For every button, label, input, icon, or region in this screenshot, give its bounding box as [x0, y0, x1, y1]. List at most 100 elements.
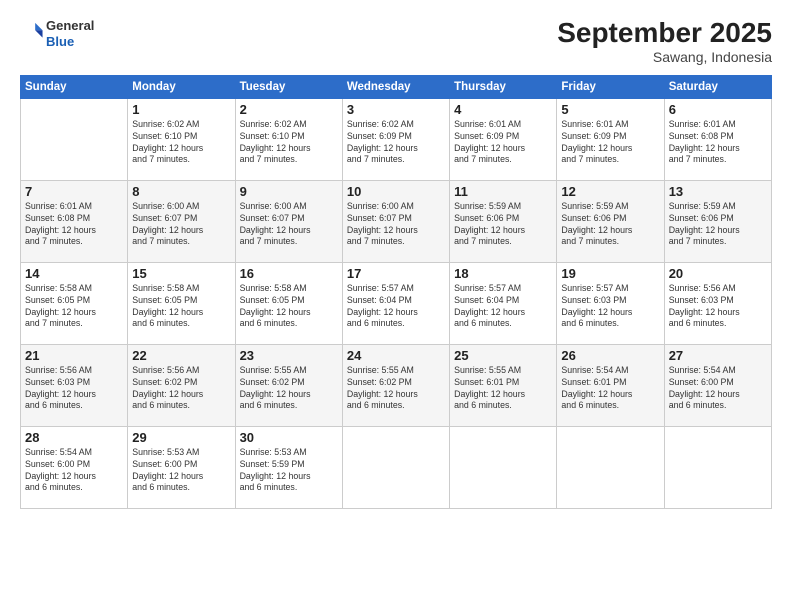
- weekday-header-sunday: Sunday: [21, 75, 128, 98]
- calendar-cell: 27 Sunrise: 5:54 AMSunset: 6:00 PMDayligh…: [664, 344, 771, 426]
- calendar-cell: [557, 426, 664, 508]
- calendar-week-row: 7 Sunrise: 6:01 AMSunset: 6:08 PMDaylight…: [21, 180, 772, 262]
- day-info: Sunrise: 5:55 AMSunset: 6:01 PMDaylight:…: [454, 365, 552, 413]
- day-info: Sunrise: 5:56 AMSunset: 6:03 PMDaylight:…: [25, 365, 123, 413]
- calendar-cell: 8 Sunrise: 6:00 AMSunset: 6:07 PMDaylight…: [128, 180, 235, 262]
- calendar-week-row: 28Sunrise: 5:54 AMSunset: 6:00 PMDayligh…: [21, 426, 772, 508]
- day-number: 27: [669, 348, 767, 363]
- day-number: 26: [561, 348, 659, 363]
- day-info: Sunrise: 5:57 AMSunset: 6:03 PMDaylight:…: [561, 283, 659, 331]
- calendar-cell: 2Sunrise: 6:02 AMSunset: 6:10 PMDaylight…: [235, 98, 342, 180]
- calendar-cell: 20 Sunrise: 5:56 AMSunset: 6:03 PMDayligh…: [664, 262, 771, 344]
- calendar-cell: 25 Sunrise: 5:55 AMSunset: 6:01 PMDayligh…: [450, 344, 557, 426]
- day-number: 30: [240, 430, 338, 445]
- day-info: Sunrise: 5:54 AMSunset: 6:00 PMDaylight:…: [669, 365, 767, 413]
- day-info: Sunrise: 5:56 AMSunset: 6:03 PMDaylight:…: [669, 283, 767, 331]
- calendar-cell: 10 Sunrise: 6:00 AMSunset: 6:07 PMDayligh…: [342, 180, 449, 262]
- day-number: 16: [240, 266, 338, 281]
- calendar-cell: [21, 98, 128, 180]
- day-info: Sunrise: 5:58 AMSunset: 6:05 PMDaylight:…: [240, 283, 338, 331]
- day-info: Sunrise: 6:00 AMSunset: 6:07 PMDaylight:…: [347, 201, 445, 249]
- calendar-cell: 26Sunrise: 5:54 AMSunset: 6:01 PMDayligh…: [557, 344, 664, 426]
- calendar-cell: 21 Sunrise: 5:56 AMSunset: 6:03 PMDayligh…: [21, 344, 128, 426]
- day-info: Sunrise: 5:58 AMSunset: 6:05 PMDaylight:…: [132, 283, 230, 331]
- calendar-cell: 14 Sunrise: 5:58 AMSunset: 6:05 PMDayligh…: [21, 262, 128, 344]
- logo-text: General Blue: [46, 18, 94, 49]
- calendar-cell: 22Sunrise: 5:56 AMSunset: 6:02 PMDayligh…: [128, 344, 235, 426]
- calendar-week-row: 1 Sunrise: 6:02 AMSunset: 6:10 PMDaylight…: [21, 98, 772, 180]
- calendar-cell: 29 Sunrise: 5:53 AMSunset: 6:00 PMDayligh…: [128, 426, 235, 508]
- calendar-cell: 15 Sunrise: 5:58 AMSunset: 6:05 PMDayligh…: [128, 262, 235, 344]
- calendar-week-row: 21 Sunrise: 5:56 AMSunset: 6:03 PMDayligh…: [21, 344, 772, 426]
- weekday-header-saturday: Saturday: [664, 75, 771, 98]
- day-number: 6: [669, 102, 767, 117]
- day-number: 14: [25, 266, 123, 281]
- day-info: Sunrise: 5:54 AMSunset: 6:00 PMDaylight:…: [25, 447, 123, 495]
- calendar-cell: 30 Sunrise: 5:53 AMSunset: 5:59 PMDayligh…: [235, 426, 342, 508]
- calendar-cell: 6 Sunrise: 6:01 AMSunset: 6:08 PMDaylight…: [664, 98, 771, 180]
- calendar-cell: [342, 426, 449, 508]
- weekday-header-thursday: Thursday: [450, 75, 557, 98]
- day-number: 8: [132, 184, 230, 199]
- calendar-table: SundayMondayTuesdayWednesdayThursdayFrid…: [20, 75, 772, 509]
- calendar-cell: 12 Sunrise: 5:59 AMSunset: 6:06 PMDayligh…: [557, 180, 664, 262]
- day-number: 3: [347, 102, 445, 117]
- calendar-week-row: 14 Sunrise: 5:58 AMSunset: 6:05 PMDayligh…: [21, 262, 772, 344]
- day-number: 15: [132, 266, 230, 281]
- day-info: Sunrise: 5:57 AMSunset: 6:04 PMDaylight:…: [454, 283, 552, 331]
- day-number: 1: [132, 102, 230, 117]
- calendar-cell: 28Sunrise: 5:54 AMSunset: 6:00 PMDayligh…: [21, 426, 128, 508]
- day-number: 20: [669, 266, 767, 281]
- day-number: 25: [454, 348, 552, 363]
- day-number: 19: [561, 266, 659, 281]
- day-info: Sunrise: 5:59 AMSunset: 6:06 PMDaylight:…: [561, 201, 659, 249]
- calendar-cell: 18 Sunrise: 5:57 AMSunset: 6:04 PMDayligh…: [450, 262, 557, 344]
- day-info: Sunrise: 6:02 AMSunset: 6:10 PMDaylight:…: [240, 119, 338, 167]
- location: Sawang, Indonesia: [557, 49, 772, 65]
- day-info: Sunrise: 5:53 AMSunset: 5:59 PMDaylight:…: [240, 447, 338, 495]
- page-header: General Blue September 2025 Sawang, Indo…: [20, 18, 772, 65]
- calendar-cell: 5 Sunrise: 6:01 AMSunset: 6:09 PMDaylight…: [557, 98, 664, 180]
- day-info: Sunrise: 6:02 AMSunset: 6:10 PMDaylight:…: [132, 119, 230, 167]
- weekday-header-row: SundayMondayTuesdayWednesdayThursdayFrid…: [21, 75, 772, 98]
- day-info: Sunrise: 6:01 AMSunset: 6:08 PMDaylight:…: [25, 201, 123, 249]
- calendar-cell: 7 Sunrise: 6:01 AMSunset: 6:08 PMDaylight…: [21, 180, 128, 262]
- weekday-header-friday: Friday: [557, 75, 664, 98]
- calendar-cell: 9 Sunrise: 6:00 AMSunset: 6:07 PMDaylight…: [235, 180, 342, 262]
- calendar-cell: 23Sunrise: 5:55 AMSunset: 6:02 PMDayligh…: [235, 344, 342, 426]
- calendar-cell: 24Sunrise: 5:55 AMSunset: 6:02 PMDayligh…: [342, 344, 449, 426]
- day-info: Sunrise: 6:01 AMSunset: 6:09 PMDaylight:…: [561, 119, 659, 167]
- day-info: Sunrise: 6:00 AMSunset: 6:07 PMDaylight:…: [240, 201, 338, 249]
- calendar-cell: 17Sunrise: 5:57 AMSunset: 6:04 PMDayligh…: [342, 262, 449, 344]
- logo-icon: [22, 20, 44, 42]
- weekday-header-tuesday: Tuesday: [235, 75, 342, 98]
- weekday-header-wednesday: Wednesday: [342, 75, 449, 98]
- day-number: 24: [347, 348, 445, 363]
- day-number: 7: [25, 184, 123, 199]
- day-number: 23: [240, 348, 338, 363]
- day-number: 5: [561, 102, 659, 117]
- day-number: 29: [132, 430, 230, 445]
- day-number: 21: [25, 348, 123, 363]
- month-title: September 2025: [557, 18, 772, 49]
- day-info: Sunrise: 6:02 AMSunset: 6:09 PMDaylight:…: [347, 119, 445, 167]
- title-block: September 2025 Sawang, Indonesia: [557, 18, 772, 65]
- day-info: Sunrise: 5:58 AMSunset: 6:05 PMDaylight:…: [25, 283, 123, 331]
- calendar-page: General Blue September 2025 Sawang, Indo…: [0, 0, 792, 612]
- day-number: 13: [669, 184, 767, 199]
- calendar-cell: [664, 426, 771, 508]
- day-number: 11: [454, 184, 552, 199]
- day-number: 9: [240, 184, 338, 199]
- day-info: Sunrise: 5:59 AMSunset: 6:06 PMDaylight:…: [454, 201, 552, 249]
- day-number: 12: [561, 184, 659, 199]
- day-number: 18: [454, 266, 552, 281]
- day-info: Sunrise: 5:53 AMSunset: 6:00 PMDaylight:…: [132, 447, 230, 495]
- day-info: Sunrise: 6:01 AMSunset: 6:08 PMDaylight:…: [669, 119, 767, 167]
- calendar-cell: 11 Sunrise: 5:59 AMSunset: 6:06 PMDayligh…: [450, 180, 557, 262]
- day-info: Sunrise: 5:56 AMSunset: 6:02 PMDaylight:…: [132, 365, 230, 413]
- day-info: Sunrise: 6:00 AMSunset: 6:07 PMDaylight:…: [132, 201, 230, 249]
- day-number: 4: [454, 102, 552, 117]
- calendar-cell: 1 Sunrise: 6:02 AMSunset: 6:10 PMDaylight…: [128, 98, 235, 180]
- day-number: 10: [347, 184, 445, 199]
- logo: General Blue: [20, 18, 94, 49]
